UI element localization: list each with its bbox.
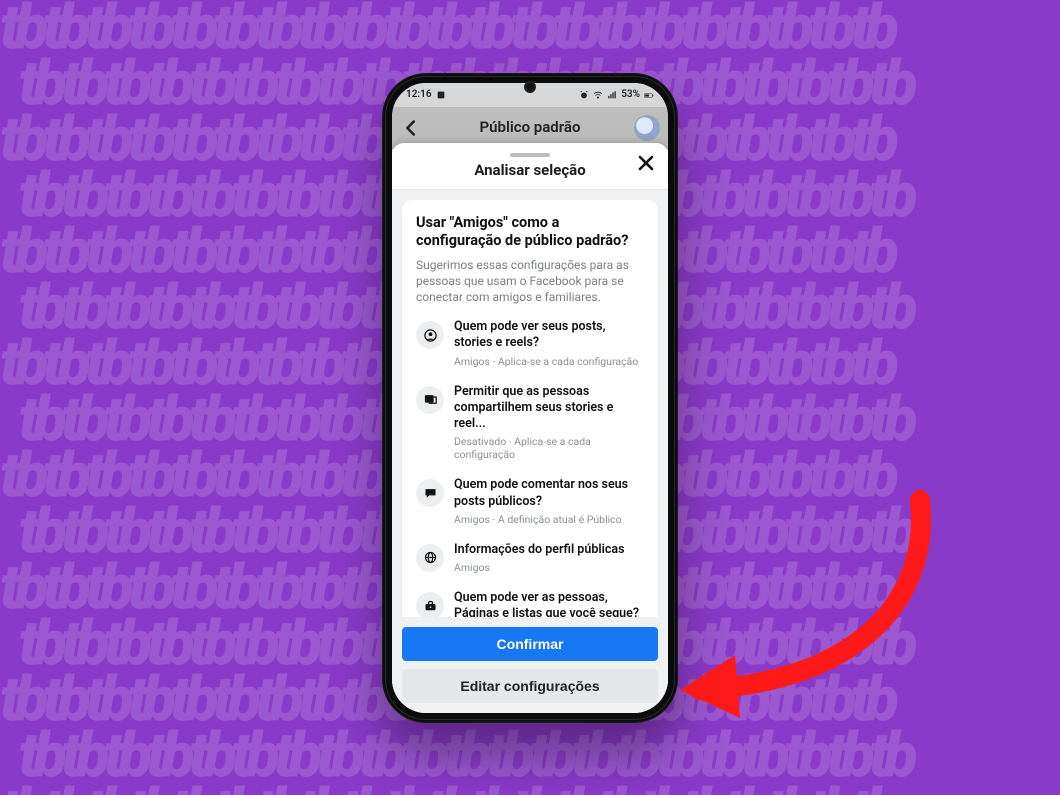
battery-percent: 53% [621,89,640,100]
page-title: Público padrão [480,118,581,136]
phone-frame: 12:16 53% [382,73,678,723]
profile-icon [416,321,444,349]
phone-screen: 12:16 53% [392,83,668,713]
battery-icon [644,90,654,100]
briefcase-icon [416,592,444,616]
back-button[interactable] [400,117,422,139]
item-sub: Amigos · Aplica-se a cada configuração [454,355,644,368]
setting-item-posts[interactable]: Quem pode ver seus posts, stories e reel… [416,319,644,368]
setting-item-public-info[interactable]: Informações do perfil públicas Amigos [416,542,644,574]
share-icon [416,386,444,414]
sheet-header: Analisar seleção [392,143,668,190]
item-sub: Desativado · Aplica-se a cada configuraç… [454,435,644,461]
sheet-footer: Confirmar Editar configurações [392,617,668,713]
setting-item-share[interactable]: Permitir que as pessoas compartilhem seu… [416,384,644,462]
bottom-sheet: Analisar seleção Usar "Amigos" como a co… [392,143,668,713]
sheet-grabber[interactable] [510,153,550,157]
phone-camera [524,81,536,93]
edit-settings-button[interactable]: Editar configurações [402,669,658,703]
signal-icon [607,90,617,100]
setting-item-following[interactable]: Quem pode ver as pessoas, Páginas e list… [416,590,644,616]
card-subtitle: Sugerimos essas configurações para as pe… [416,257,644,306]
confirm-button[interactable]: Confirmar [402,627,658,661]
avatar[interactable] [634,115,660,141]
notification-icon [436,90,446,100]
item-title: Quem pode ver as pessoas, Páginas e list… [454,590,644,616]
status-time: 12:16 [406,89,432,100]
item-title: Quem pode ver seus posts, stories e reel… [454,319,644,352]
alarm-icon [579,90,589,100]
setting-item-comment[interactable]: Quem pode comentar nos seus posts públic… [416,477,644,526]
globe-icon [416,544,444,572]
wifi-icon [593,90,603,100]
sheet-title: Analisar seleção [392,161,668,179]
item-title: Informações do perfil públicas [454,542,644,558]
settings-list: Quem pode ver seus posts, stories e reel… [416,319,644,616]
item-title: Quem pode comentar nos seus posts públic… [454,477,644,510]
item-title: Permitir que as pessoas compartilhem seu… [454,384,644,433]
settings-card: Usar "Amigos" como a configuração de púb… [402,200,658,617]
item-sub: Amigos [454,561,644,574]
comment-icon [416,479,444,507]
item-sub: Amigos · A definição atual é Público [454,513,644,526]
close-button[interactable] [634,151,658,175]
card-heading: Usar "Amigos" como a configuração de púb… [416,214,644,251]
sheet-body[interactable]: Usar "Amigos" como a configuração de púb… [392,190,668,617]
